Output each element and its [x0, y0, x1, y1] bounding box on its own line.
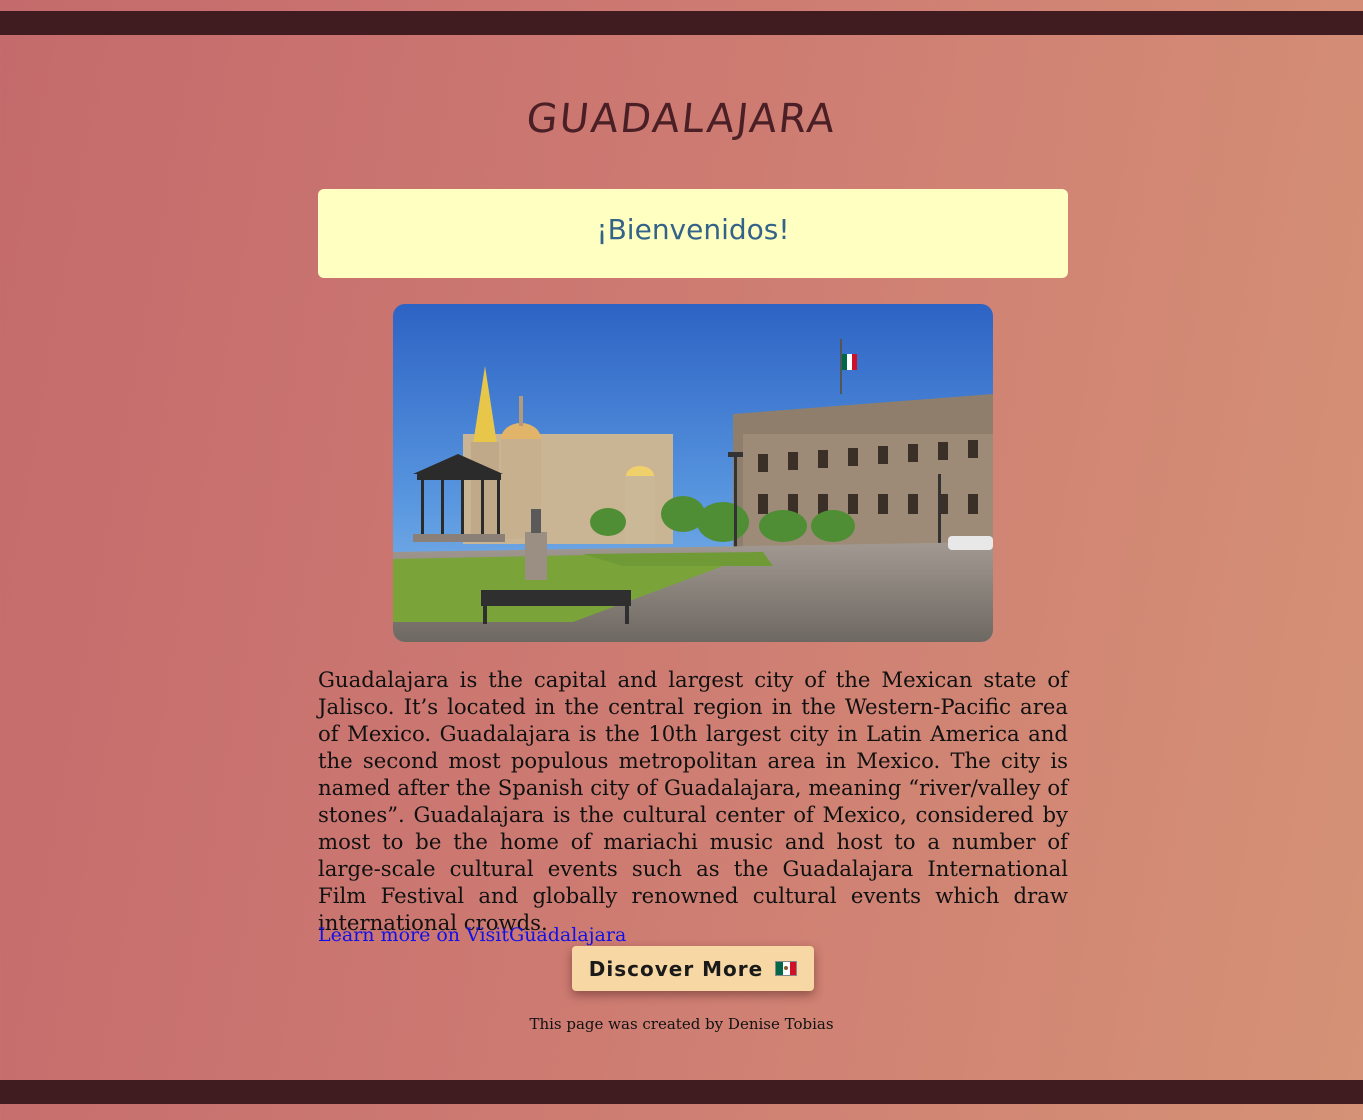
footer-credit: This page was created by Denise Tobias	[529, 1015, 834, 1033]
hero-image	[393, 304, 993, 642]
mexico-flag-icon	[775, 961, 798, 976]
discover-more-button[interactable]: Discover More	[572, 946, 814, 991]
welcome-box: ¡Bienvenidos!	[318, 189, 1068, 278]
welcome-text: ¡Bienvenidos!	[596, 213, 790, 246]
city-description: Guadalajara is the capital and largest c…	[318, 667, 1068, 935]
top-bar	[0, 11, 1363, 35]
learn-more-link[interactable]: Learn more on VisitGuadalajara	[318, 923, 626, 947]
bottom-bar	[0, 1080, 1363, 1104]
discover-more-label: Discover More	[588, 956, 764, 981]
page-title: GUADALAJARA	[524, 96, 839, 142]
